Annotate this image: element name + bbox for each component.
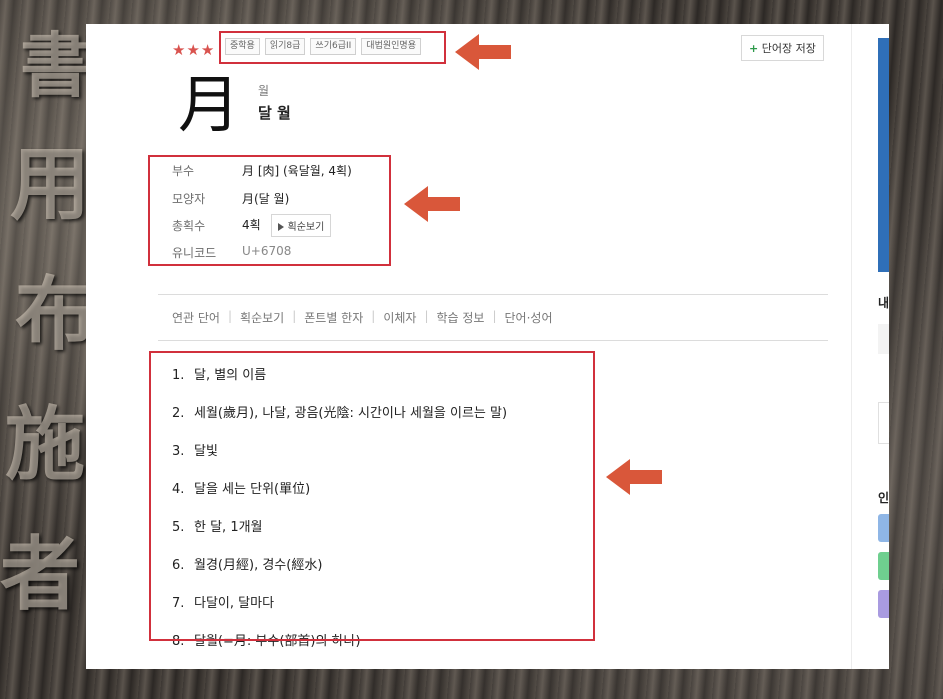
sidebar-swatch[interactable] [878,590,889,618]
save-label: 단어장 저장 [761,42,816,55]
plus-icon: + [749,42,759,55]
arrow-left-icon [404,186,460,222]
highlight-box-info [148,155,391,266]
tab-separator: | [424,309,429,323]
tab-separator: | [492,309,497,323]
section-tabs: 연관 단어 | 획순보기 | 폰트별 한자 | 이체자 | 학습 정보 | 단어·성어 [172,309,553,326]
sidebar-input[interactable] [878,324,889,354]
divider [158,294,828,295]
tab-separator: | [227,309,233,323]
tab-words-idioms[interactable]: 단어·성어 [505,309,553,326]
highlight-box-tags [219,31,446,64]
hanja-character: 月 [178,68,241,141]
bg-glyph: 者 [0,527,80,621]
highlight-box-definitions [149,351,595,641]
tab-fonts[interactable]: 폰트별 한자 [304,309,363,326]
sidebar-heading: 인 [878,491,889,505]
bg-glyph: 施 [5,397,85,491]
sidebar-box [878,402,889,444]
right-sidebar: 내 인 [851,24,889,669]
divider [158,340,828,341]
tab-related-words[interactable]: 연관 단어 [172,309,220,326]
sidebar-swatch[interactable] [878,552,889,580]
tab-variants[interactable]: 이체자 [383,309,416,326]
bg-glyph: 書 [20,24,90,107]
tab-separator: | [292,309,297,323]
sidebar-swatch[interactable] [878,514,889,542]
tab-stroke-order[interactable]: 획순보기 [240,309,284,326]
tab-study-info[interactable]: 학습 정보 [436,309,484,326]
hanja-reading: 월 [258,84,270,98]
arrow-left-icon [455,34,511,70]
hanja-meaning: 달 월 [258,104,291,122]
bg-glyph: 用 [10,137,90,231]
rating-stars: ★★★ [172,41,216,59]
tab-separator: | [371,309,376,323]
arrow-left-icon [606,459,662,495]
bg-glyph: 布 [15,267,95,361]
sidebar-banner[interactable] [878,38,889,272]
save-to-wordbook-button[interactable]: + 단어장 저장 [741,35,824,61]
sidebar-heading: 내 [878,296,889,310]
